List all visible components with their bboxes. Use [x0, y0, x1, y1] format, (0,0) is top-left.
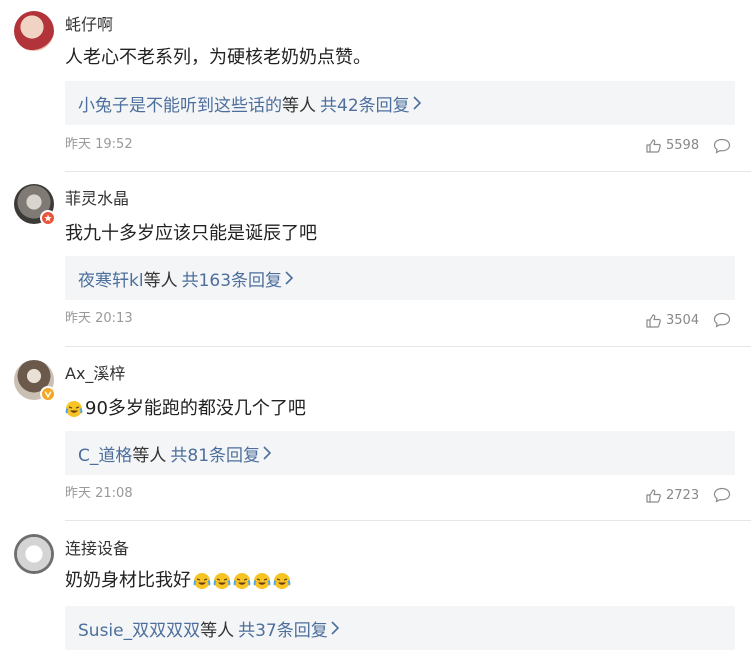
laughing-crying-emoji-icon [213, 573, 231, 589]
reply-summary[interactable]: C_道格 等人 共81条回复 [65, 431, 735, 475]
laughing-crying-emoji-icon [233, 573, 251, 589]
reply-count[interactable]: 共81条回复 [170, 441, 260, 466]
timestamp: 昨天 19:52 [65, 137, 133, 152]
comment-text: 人老心不老系列，为硬核老奶奶点赞。 [65, 47, 371, 68]
reply-suffix: 等人 [282, 95, 316, 116]
thumbs-up-icon [646, 314, 661, 328]
gold-v-badge [40, 386, 56, 402]
comment-bubble-icon[interactable] [713, 312, 731, 328]
reply-user-names[interactable]: Susie_双双双双 [78, 616, 200, 641]
reply-count[interactable]: 共37条回复 [238, 616, 328, 641]
reply-suffix: 等人 [143, 270, 178, 291]
avatar[interactable] [14, 184, 56, 226]
reply-summary[interactable]: Susie_双双双双 等人 共37条回复 [65, 606, 735, 650]
comment-item: 蚝仔啊 人老心不老系列，为硬核老奶奶点赞。 小兔子是不能听到这些话的 等人 共4… [0, 0, 751, 172]
comment-item: 连接设备 奶奶身材比我好 Susie_双双双双 等人 共37条回复 [0, 521, 751, 661]
username[interactable]: 菲灵水晶 [65, 189, 129, 209]
thumbs-up-icon [646, 489, 661, 503]
comment-text: 90多岁能跑的都没几个了吧 [65, 397, 306, 421]
like-count: 5598 [666, 138, 700, 153]
chevron-right-icon [331, 621, 339, 635]
laughing-crying-emoji-icon [273, 573, 291, 589]
comment-text: 奶奶身材比我好 [65, 569, 293, 593]
laughing-crying-emoji-icon [193, 573, 211, 589]
red-star-badge [40, 210, 56, 226]
laughing-crying-emoji-icon [65, 401, 83, 417]
reply-count[interactable]: 共42条回复 [320, 91, 410, 116]
reply-user-names[interactable]: 夜寒轩kl [78, 266, 144, 291]
comment-text: 我九十多岁应该只能是诞辰了吧 [65, 223, 317, 244]
username[interactable]: 连接设备 [65, 539, 129, 559]
timestamp: 昨天 20:13 [65, 311, 133, 326]
reply-suffix: 等人 [200, 620, 235, 641]
emoji-group [193, 572, 293, 590]
timestamp: 昨天 21:08 [65, 486, 133, 501]
comment-item: Ax_溪梓 90多岁能跑的都没几个了吧 C_道格 等人 共81条回复 昨天 21… [0, 347, 751, 521]
like-button[interactable]: 3504 [646, 313, 699, 329]
like-count: 2723 [666, 488, 700, 503]
reply-count[interactable]: 共163条回复 [182, 266, 282, 291]
like-count: 3504 [666, 313, 700, 328]
laughing-crying-emoji-icon [253, 573, 271, 589]
username[interactable]: Ax_溪梓 [65, 364, 125, 384]
avatar[interactable] [14, 534, 54, 574]
chevron-right-icon [285, 271, 294, 285]
username[interactable]: 蚝仔啊 [65, 15, 113, 35]
comment-item: 菲灵水晶 我九十多岁应该只能是诞辰了吧 夜寒轩kl 等人 共163条回复 昨天 … [0, 172, 751, 347]
like-button[interactable]: 2723 [646, 488, 699, 504]
comment-bubble-icon[interactable] [713, 138, 731, 154]
avatar[interactable] [14, 11, 54, 51]
like-button[interactable]: 5598 [646, 138, 699, 154]
reply-suffix: 等人 [132, 445, 167, 466]
chevron-right-icon [263, 446, 272, 460]
reply-user-names[interactable]: C_道格 [78, 441, 132, 466]
avatar[interactable] [14, 360, 56, 402]
thumbs-up-icon [646, 139, 661, 153]
reply-summary[interactable]: 小兔子是不能听到这些话的 等人 共42条回复 [65, 81, 735, 125]
chevron-right-icon [413, 96, 421, 110]
reply-user-names[interactable]: 小兔子是不能听到这些话的 [78, 91, 282, 116]
comment-text-content: 奶奶身材比我好 [65, 570, 191, 591]
comment-text-content: 90多岁能跑的都没几个了吧 [85, 398, 306, 419]
comment-bubble-icon[interactable] [713, 487, 731, 503]
reply-summary[interactable]: 夜寒轩kl 等人 共163条回复 [65, 256, 735, 300]
